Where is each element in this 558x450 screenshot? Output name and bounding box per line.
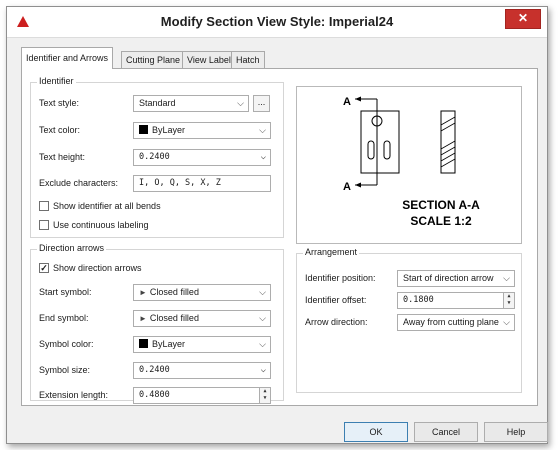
identifier-position-label: Identifier position:: [305, 273, 376, 283]
identifier-offset-value: 0.1800: [403, 295, 434, 305]
color-swatch-icon: [139, 339, 148, 348]
text-color-value: ByLayer: [152, 125, 186, 135]
direction-arrows-group-title: Direction arrows: [37, 243, 107, 253]
show-at-bends-label: Show identifier at all bends: [53, 201, 161, 211]
direction-arrows-group: Direction arrows ✓ Show direction arrows…: [30, 243, 284, 404]
symbol-size-combo[interactable]: 0.2400 ⌵: [133, 362, 271, 379]
start-symbol-select[interactable]: ► Closed filled ⌵: [133, 284, 271, 301]
chevron-down-icon: ⌵: [260, 365, 266, 375]
symbol-size-label: Symbol size:: [39, 365, 91, 375]
chevron-down-icon: ⌵: [503, 317, 510, 327]
dialog-title: Modify Section View Style: Imperial24: [160, 14, 394, 29]
text-style-browse-button[interactable]: ...: [253, 95, 270, 112]
spin-up-icon: ▲: [507, 293, 511, 299]
arrow-direction-value: Away from cutting plane: [403, 317, 499, 327]
closed-arrow-icon: ►: [139, 288, 147, 297]
chevron-down-icon: ⌵: [259, 313, 266, 323]
show-direction-arrows-label: Show direction arrows: [53, 263, 142, 273]
show-at-bends-checkbox[interactable]: [39, 201, 49, 211]
arrow-direction-label: Arrow direction:: [305, 317, 368, 327]
spin-down-icon: ▼: [263, 395, 267, 401]
end-symbol-label: End symbol:: [39, 313, 89, 323]
symbol-color-label: Symbol color:: [39, 339, 94, 349]
continuous-labeling-checkbox[interactable]: [39, 220, 49, 230]
extension-length-value: 0.4800: [139, 390, 170, 400]
spin-buttons[interactable]: ▲ ▼: [259, 388, 270, 403]
symbol-color-select[interactable]: ByLayer ⌵: [133, 336, 271, 353]
tab-view-label[interactable]: View Label: [182, 51, 236, 68]
tab-identifier-and-arrows[interactable]: Identifier and Arrows: [21, 47, 114, 69]
symbol-color-value: ByLayer: [152, 339, 186, 349]
chevron-down-icon: ⌵: [259, 287, 266, 297]
closed-arrow-icon: ►: [139, 314, 147, 323]
text-color-label: Text color:: [39, 125, 81, 135]
identifier-offset-label: Identifier offset:: [305, 295, 367, 305]
preview-identifier-bottom: A: [343, 181, 351, 193]
chevron-down-icon: ⌵: [259, 125, 266, 135]
section-preview: A A SECTION A-A SCALE 1:2: [296, 86, 522, 244]
text-style-label: Text style:: [39, 98, 80, 108]
extension-length-stepper[interactable]: 0.4800 ▲ ▼: [133, 387, 271, 404]
continuous-labeling-label: Use continuous labeling: [53, 220, 149, 230]
show-direction-arrows-checkbox[interactable]: ✓: [39, 263, 49, 273]
tab-cutting-plane[interactable]: Cutting Plane: [121, 51, 186, 68]
spin-buttons[interactable]: ▲ ▼: [503, 293, 514, 308]
text-height-value: 0.2400: [139, 152, 170, 162]
tab-hatch[interactable]: Hatch: [231, 51, 265, 68]
color-swatch-icon: [139, 125, 148, 134]
exclude-characters-label: Exclude characters:: [39, 178, 119, 188]
arrow-direction-select[interactable]: Away from cutting plane ⌵: [397, 314, 515, 331]
chevron-down-icon: ⌵: [259, 339, 266, 349]
preview-identifier-top: A: [343, 96, 351, 108]
chevron-down-icon: ⌵: [503, 273, 510, 283]
chevron-down-icon: ⌵: [260, 152, 266, 162]
preview-caption-section: SECTION A-A: [402, 198, 480, 212]
identifier-position-value: Start of direction arrow: [403, 273, 494, 283]
start-symbol-value: Closed filled: [149, 287, 199, 297]
start-symbol-label: Start symbol:: [39, 287, 92, 297]
arrangement-group-title: Arrangement: [303, 247, 360, 257]
text-style-select[interactable]: Standard ⌵: [133, 95, 249, 112]
identifier-group-title: Identifier: [37, 76, 76, 86]
text-height-combo[interactable]: 0.2400 ⌵: [133, 149, 271, 166]
help-button[interactable]: Help: [484, 422, 548, 442]
end-symbol-value: Closed filled: [149, 313, 199, 323]
spin-up-icon: ▲: [263, 388, 267, 394]
close-button[interactable]: ✕: [505, 9, 541, 29]
ok-button[interactable]: OK: [344, 422, 408, 442]
symbol-size-value: 0.2400: [139, 365, 170, 375]
exclude-characters-input[interactable]: I, O, Q, S, X, Z: [133, 175, 271, 192]
text-height-label: Text height:: [39, 152, 86, 162]
preview-caption-scale: SCALE 1:2: [410, 214, 472, 228]
title-bar: Modify Section View Style: Imperial24 ✕: [7, 7, 547, 38]
text-color-select[interactable]: ByLayer ⌵: [133, 122, 271, 139]
tab-panel: Identifier Text style: Standard ⌵ ... Te…: [21, 68, 538, 406]
preview-drawing: A A SECTION A-A SCALE 1:2: [343, 96, 480, 228]
end-symbol-select[interactable]: ► Closed filled ⌵: [133, 310, 271, 327]
identifier-offset-stepper[interactable]: 0.1800 ▲ ▼: [397, 292, 515, 309]
dialog-window: Modify Section View Style: Imperial24 ✕ …: [6, 6, 548, 444]
cancel-button[interactable]: Cancel: [414, 422, 478, 442]
chevron-down-icon: ⌵: [237, 98, 244, 108]
identifier-group: Identifier Text style: Standard ⌵ ... Te…: [30, 76, 284, 238]
extension-length-label: Extension length:: [39, 390, 109, 400]
spin-down-icon: ▼: [507, 300, 511, 306]
arrangement-group: Arrangement Identifier position: Start o…: [296, 247, 522, 393]
text-style-value: Standard: [139, 98, 176, 108]
identifier-position-select[interactable]: Start of direction arrow ⌵: [397, 270, 515, 287]
